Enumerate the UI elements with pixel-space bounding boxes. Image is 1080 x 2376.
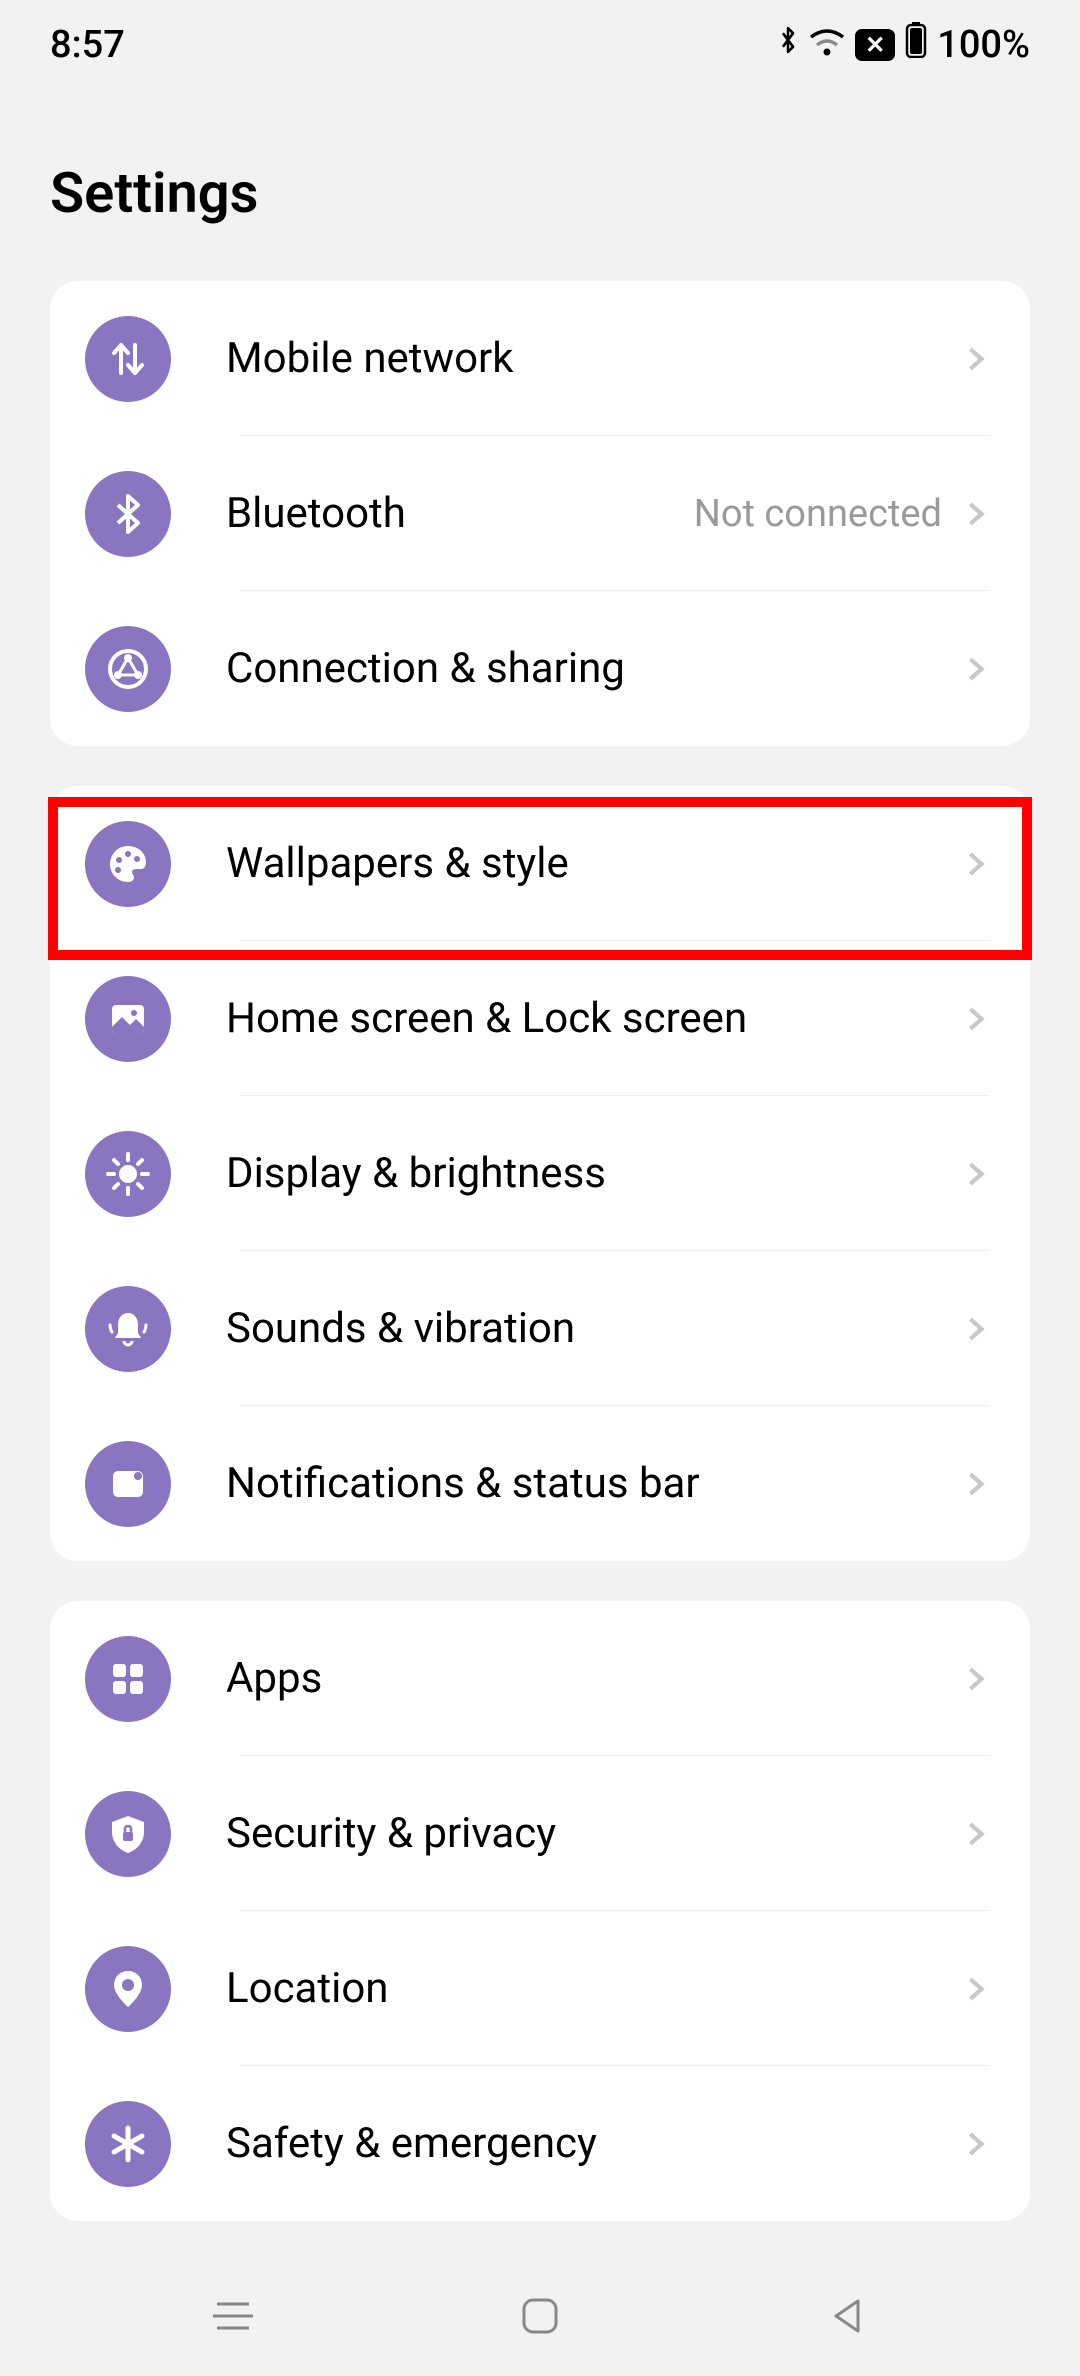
row-label: Connection & sharing: [226, 644, 962, 693]
nav-home-button[interactable]: [510, 2286, 570, 2346]
page-title: Settings: [0, 90, 1080, 281]
bluetooth-icon: [85, 471, 171, 557]
chevron-right-icon: [962, 2130, 990, 2158]
mute-status-icon: ✕: [855, 29, 895, 61]
chevron-right-icon: [962, 1665, 990, 1693]
mobile-data-icon: [85, 316, 171, 402]
notification-icon: [85, 1441, 171, 1527]
settings-row-bluetooth[interactable]: Bluetooth Not connected: [50, 436, 1030, 591]
chevron-right-icon: [962, 1005, 990, 1033]
settings-row-mobile-network[interactable]: Mobile network: [50, 281, 1030, 436]
battery-status-icon: [905, 22, 927, 68]
settings-row-location[interactable]: Location: [50, 1911, 1030, 2066]
apps-icon: [85, 1636, 171, 1722]
row-label: Apps: [226, 1654, 962, 1703]
wifi-status-icon: [809, 23, 845, 67]
status-bar: 8:57 ✕ 100%: [0, 0, 1080, 90]
chevron-right-icon: [962, 500, 990, 528]
settings-list: Mobile network Bluetooth Not connected C…: [0, 281, 1080, 2221]
row-label: Home screen & Lock screen: [226, 994, 962, 1043]
status-time: 8:57: [50, 23, 125, 67]
settings-row-display-brightness[interactable]: Display & brightness: [50, 1096, 1030, 1251]
row-label: Safety & emergency: [226, 2119, 962, 2168]
battery-percent: 100%: [937, 23, 1030, 67]
settings-group-system: Apps Security & privacy Location Safety …: [50, 1601, 1030, 2221]
status-right: ✕ 100%: [777, 22, 1030, 68]
chevron-right-icon: [962, 1470, 990, 1498]
bluetooth-status-icon: [777, 23, 799, 67]
row-label: Location: [226, 1964, 962, 2013]
chevron-right-icon: [962, 1315, 990, 1343]
share-icon: [85, 626, 171, 712]
settings-row-wallpapers-style[interactable]: Wallpapers & style: [50, 786, 1030, 941]
settings-row-notifications-status-bar[interactable]: Notifications & status bar: [50, 1406, 1030, 1561]
row-label: Bluetooth: [226, 489, 694, 538]
chevron-right-icon: [962, 1820, 990, 1848]
bell-icon: [85, 1286, 171, 1372]
shield-icon: [85, 1791, 171, 1877]
settings-row-security-privacy[interactable]: Security & privacy: [50, 1756, 1030, 1911]
emergency-icon: [85, 2101, 171, 2187]
row-label: Display & brightness: [226, 1149, 962, 1198]
navigation-bar: [0, 2256, 1080, 2376]
nav-back-button[interactable]: [817, 2286, 877, 2346]
row-label: Wallpapers & style: [226, 839, 962, 888]
nav-recents-button[interactable]: [203, 2286, 263, 2346]
palette-icon: [85, 821, 171, 907]
settings-row-sounds-vibration[interactable]: Sounds & vibration: [50, 1251, 1030, 1406]
chevron-right-icon: [962, 850, 990, 878]
chevron-right-icon: [962, 1160, 990, 1188]
brightness-icon: [85, 1131, 171, 1217]
row-label: Notifications & status bar: [226, 1459, 962, 1508]
settings-row-apps[interactable]: Apps: [50, 1601, 1030, 1756]
settings-row-safety-emergency[interactable]: Safety & emergency: [50, 2066, 1030, 2221]
row-label: Mobile network: [226, 334, 962, 383]
settings-group-connectivity: Mobile network Bluetooth Not connected C…: [50, 281, 1030, 746]
picture-icon: [85, 976, 171, 1062]
chevron-right-icon: [962, 345, 990, 373]
settings-row-home-lock-screen[interactable]: Home screen & Lock screen: [50, 941, 1030, 1096]
chevron-right-icon: [962, 1975, 990, 2003]
settings-group-display: Wallpapers & style Home screen & Lock sc…: [50, 786, 1030, 1561]
row-label: Security & privacy: [226, 1809, 962, 1858]
row-value: Not connected: [694, 492, 942, 536]
chevron-right-icon: [962, 655, 990, 683]
settings-row-connection-sharing[interactable]: Connection & sharing: [50, 591, 1030, 746]
location-icon: [85, 1946, 171, 2032]
row-label: Sounds & vibration: [226, 1304, 962, 1353]
